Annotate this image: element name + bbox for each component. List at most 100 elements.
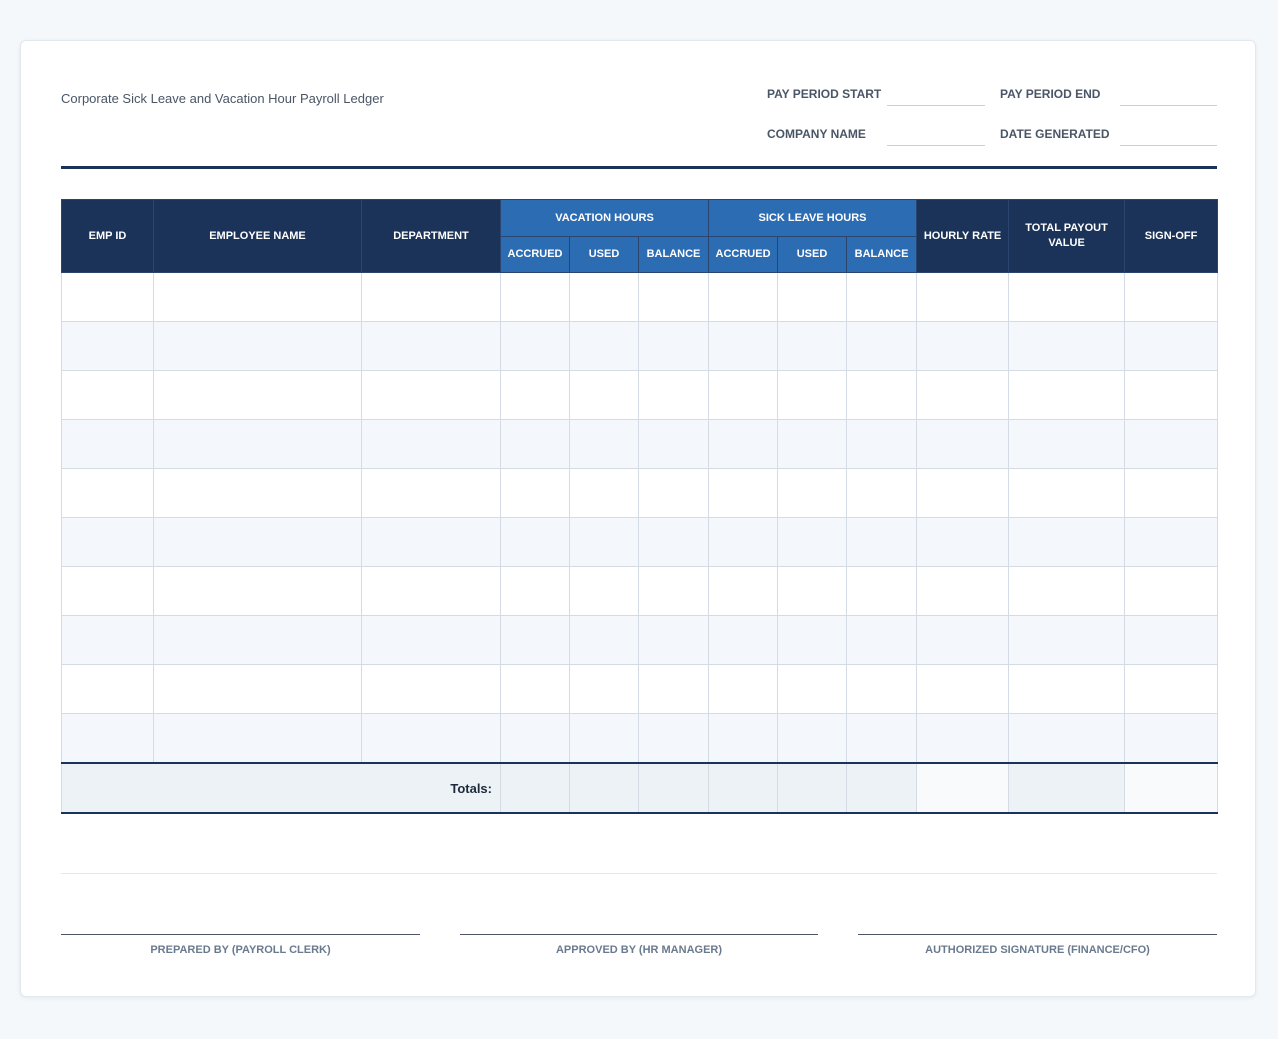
- cell-vacation-used[interactable]: [569, 370, 639, 420]
- cell-vacation-accrued[interactable]: [500, 419, 570, 469]
- cell-emp-id[interactable]: [61, 566, 154, 616]
- cell-vacation-used[interactable]: [569, 321, 639, 371]
- cell-sick-balance[interactable]: [846, 615, 918, 665]
- cell-sick-used[interactable]: [777, 615, 848, 665]
- cell-vacation-used[interactable]: [569, 713, 639, 764]
- cell-sick-balance[interactable]: [846, 419, 918, 469]
- cell-vacation-used[interactable]: [569, 468, 639, 518]
- cell-sign-off[interactable]: [1124, 713, 1219, 764]
- cell-sign-off[interactable]: [1124, 517, 1219, 567]
- cell-vacation-used[interactable]: [569, 272, 639, 322]
- cell-vacation-accrued[interactable]: [500, 664, 570, 714]
- cell-sick-used[interactable]: [777, 566, 848, 616]
- cell-vacation-balance[interactable]: [637, 566, 710, 616]
- cell-vacation-used[interactable]: [569, 615, 639, 665]
- cell-sign-off[interactable]: [1124, 566, 1219, 616]
- cell-hourly-rate[interactable]: [916, 370, 1010, 420]
- cell-sick-accrued[interactable]: [708, 272, 779, 322]
- cell-sick-accrued[interactable]: [708, 713, 779, 764]
- total-sick-balance[interactable]: [846, 762, 918, 814]
- cell-department[interactable]: [361, 419, 501, 469]
- cell-department[interactable]: [361, 321, 501, 371]
- cell-vacation-accrued[interactable]: [500, 615, 570, 665]
- cell-employee-name[interactable]: [153, 272, 362, 322]
- pay-period-end-field[interactable]: [1120, 105, 1217, 106]
- cell-total-payout-value[interactable]: [1008, 468, 1126, 518]
- cell-sign-off[interactable]: [1124, 615, 1219, 665]
- cell-hourly-rate[interactable]: [916, 713, 1010, 764]
- cell-vacation-accrued[interactable]: [500, 713, 570, 764]
- cell-emp-id[interactable]: [61, 468, 154, 518]
- cell-vacation-balance[interactable]: [637, 615, 710, 665]
- cell-sick-used[interactable]: [777, 370, 848, 420]
- cell-vacation-accrued[interactable]: [500, 517, 570, 567]
- cell-vacation-balance[interactable]: [637, 713, 710, 764]
- cell-employee-name[interactable]: [153, 713, 362, 764]
- cell-sick-accrued[interactable]: [708, 517, 779, 567]
- cell-sign-off[interactable]: [1124, 664, 1219, 714]
- cell-vacation-balance[interactable]: [637, 517, 710, 567]
- total-sick-accrued[interactable]: [708, 762, 779, 814]
- cell-sign-off[interactable]: [1124, 321, 1219, 371]
- cell-employee-name[interactable]: [153, 566, 362, 616]
- cell-emp-id[interactable]: [61, 370, 154, 420]
- cell-department[interactable]: [361, 517, 501, 567]
- cell-sick-balance[interactable]: [846, 272, 918, 322]
- cell-hourly-rate[interactable]: [916, 517, 1010, 567]
- cell-sick-accrued[interactable]: [708, 321, 779, 371]
- cell-vacation-accrued[interactable]: [500, 370, 570, 420]
- cell-sick-used[interactable]: [777, 713, 848, 764]
- cell-sick-used[interactable]: [777, 321, 848, 371]
- cell-sick-used[interactable]: [777, 419, 848, 469]
- cell-employee-name[interactable]: [153, 370, 362, 420]
- pay-period-start-field[interactable]: [887, 105, 985, 106]
- cell-hourly-rate[interactable]: [916, 615, 1010, 665]
- cell-department[interactable]: [361, 664, 501, 714]
- cell-emp-id[interactable]: [61, 272, 154, 322]
- cell-emp-id[interactable]: [61, 419, 154, 469]
- cell-vacation-used[interactable]: [569, 419, 639, 469]
- cell-employee-name[interactable]: [153, 321, 362, 371]
- cell-emp-id[interactable]: [61, 713, 154, 764]
- cell-total-payout-value[interactable]: [1008, 272, 1126, 322]
- cell-sign-off[interactable]: [1124, 272, 1219, 322]
- cell-sick-balance[interactable]: [846, 370, 918, 420]
- cell-sick-accrued[interactable]: [708, 615, 779, 665]
- cell-hourly-rate[interactable]: [916, 664, 1010, 714]
- cell-sick-used[interactable]: [777, 664, 848, 714]
- cell-department[interactable]: [361, 272, 501, 322]
- cell-sick-used[interactable]: [777, 272, 848, 322]
- cell-department[interactable]: [361, 615, 501, 665]
- cell-total-payout-value[interactable]: [1008, 713, 1126, 764]
- cell-vacation-accrued[interactable]: [500, 468, 570, 518]
- cell-sign-off[interactable]: [1124, 370, 1219, 420]
- cell-hourly-rate[interactable]: [916, 272, 1010, 322]
- cell-vacation-balance[interactable]: [637, 370, 710, 420]
- cell-sick-accrued[interactable]: [708, 566, 779, 616]
- cell-vacation-used[interactable]: [569, 566, 639, 616]
- cell-department[interactable]: [361, 713, 501, 764]
- cell-vacation-used[interactable]: [569, 517, 639, 567]
- cell-hourly-rate[interactable]: [916, 566, 1010, 616]
- cell-vacation-accrued[interactable]: [500, 272, 570, 322]
- cell-vacation-balance[interactable]: [637, 321, 710, 371]
- cell-employee-name[interactable]: [153, 419, 362, 469]
- date-generated-field[interactable]: [1120, 145, 1217, 146]
- cell-sick-accrued[interactable]: [708, 468, 779, 518]
- cell-employee-name[interactable]: [153, 615, 362, 665]
- cell-sick-balance[interactable]: [846, 468, 918, 518]
- cell-emp-id[interactable]: [61, 664, 154, 714]
- cell-emp-id[interactable]: [61, 517, 154, 567]
- cell-employee-name[interactable]: [153, 517, 362, 567]
- company-name-field[interactable]: [887, 145, 985, 146]
- cell-sick-accrued[interactable]: [708, 664, 779, 714]
- cell-total-payout-value[interactable]: [1008, 615, 1126, 665]
- cell-sick-used[interactable]: [777, 468, 848, 518]
- cell-sick-balance[interactable]: [846, 321, 918, 371]
- cell-sick-accrued[interactable]: [708, 370, 779, 420]
- cell-vacation-used[interactable]: [569, 664, 639, 714]
- total-vacation-accrued[interactable]: [500, 762, 570, 814]
- cell-sick-used[interactable]: [777, 517, 848, 567]
- cell-sick-balance[interactable]: [846, 664, 918, 714]
- cell-total-payout-value[interactable]: [1008, 517, 1126, 567]
